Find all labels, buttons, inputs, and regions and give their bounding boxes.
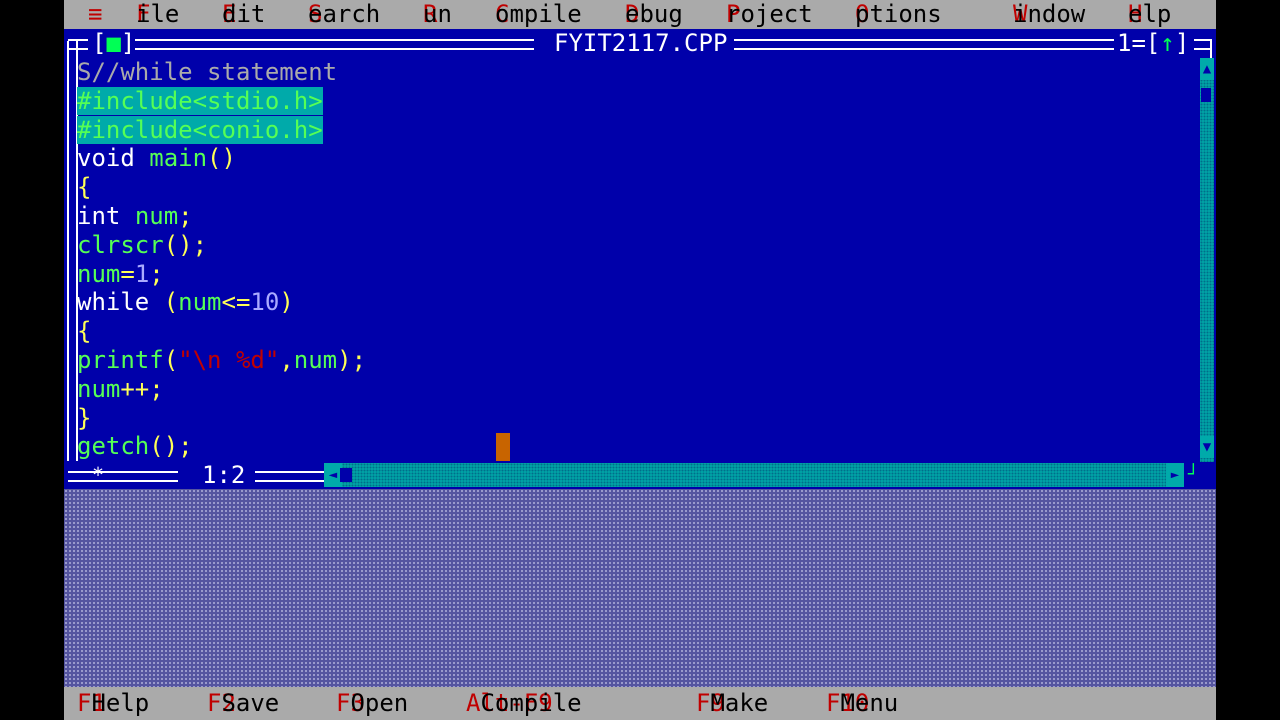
code-line[interactable]: S//while statement xyxy=(77,58,337,87)
code-token: (); xyxy=(149,432,193,461)
turbo-c-ide: ≡ File Edit Search Run Compile Debug Pro… xyxy=(64,0,1216,720)
scroll-right-icon[interactable]: ► xyxy=(1166,463,1184,487)
close-button[interactable]: [■] xyxy=(92,29,136,58)
frame-line-bottom-left xyxy=(68,471,178,482)
code-line[interactable]: void main() xyxy=(77,144,236,173)
code-token: main xyxy=(149,144,208,173)
code-token: { xyxy=(77,173,92,202)
code-line[interactable]: clrscr(); xyxy=(77,231,207,260)
window-title-bar: [■] FYIT2117.CPP 1=[↑] xyxy=(64,29,1216,58)
code-token: () xyxy=(207,144,236,173)
close-icon: ■ xyxy=(106,29,121,57)
code-line[interactable]: #include<stdio.h> xyxy=(77,86,323,116)
code-token: num xyxy=(293,346,338,374)
scroll-down-icon[interactable]: ▼ xyxy=(1200,436,1214,458)
code-line[interactable]: num=1; xyxy=(77,260,164,289)
code-token: ++; xyxy=(120,374,164,403)
code-token: ; xyxy=(149,259,164,288)
code-token: ); xyxy=(337,346,367,374)
code-token: void xyxy=(77,144,135,173)
code-token: num xyxy=(77,259,121,288)
code-token: num xyxy=(134,202,179,230)
code-editor[interactable]: S//while statement #include<stdio.h> #incl… xyxy=(77,58,1199,461)
window-number: 1= xyxy=(1117,29,1146,57)
modified-indicator: * xyxy=(92,463,105,487)
status-make[interactable]: F9 Make xyxy=(696,687,768,720)
code-token: ; xyxy=(178,202,193,230)
resize-corner-icon[interactable]: ┘ xyxy=(1188,461,1212,489)
editor-window: [■] FYIT2117.CPP 1=[↑] S//while statemen… xyxy=(64,29,1216,489)
code-token: } xyxy=(77,403,92,432)
code-token: (); xyxy=(163,230,208,259)
frame-line-right xyxy=(734,39,1114,50)
menu-bar: ≡ File Edit Search Run Compile Debug Pro… xyxy=(64,0,1216,29)
desktop-background xyxy=(64,489,1216,687)
code-token: #include<conio.h> xyxy=(77,115,323,144)
frame-line-left xyxy=(134,39,534,50)
code-line[interactable]: num++; xyxy=(77,375,164,404)
code-token: "\n %d" xyxy=(178,346,280,374)
status-bar: F1 Help F2 Save F3 Open Alt-F9 Compile F… xyxy=(64,687,1216,720)
code-token: , xyxy=(279,346,294,374)
horizontal-scrollbar[interactable]: ◄ ► xyxy=(324,463,1184,487)
zoom-button[interactable]: 1=[↑] xyxy=(1117,29,1190,58)
code-token: 1 xyxy=(134,259,150,288)
code-token: int xyxy=(77,202,121,230)
status-open[interactable]: F3 Open xyxy=(336,687,408,720)
code-token: 10 xyxy=(250,288,280,317)
window-bottom-frame: * 1:2 ◄ ► ┘ xyxy=(64,461,1216,489)
code-token: <= xyxy=(221,288,251,317)
code-line[interactable]: #include<conio.h> xyxy=(77,115,323,145)
cursor-position: 1:2 xyxy=(192,461,256,489)
status-menu[interactable]: F10 Menu xyxy=(826,687,898,720)
status-save[interactable]: F2 Save xyxy=(207,687,279,720)
code-token: num xyxy=(178,288,222,317)
vertical-scroll-thumb[interactable] xyxy=(1201,88,1211,102)
code-token: #include<stdio.h> xyxy=(77,86,323,115)
horizontal-scroll-thumb[interactable] xyxy=(340,468,352,482)
code-token: ) xyxy=(279,288,294,317)
code-line[interactable]: printf("\n %d",num); xyxy=(77,346,366,375)
code-token: S//while statement xyxy=(77,58,338,86)
code-token: ( xyxy=(163,288,179,317)
window-title: FYIT2117.CPP xyxy=(548,29,734,58)
code-token: ( xyxy=(163,346,179,374)
code-token: printf xyxy=(77,346,164,374)
code-token: num xyxy=(77,374,121,403)
code-token: { xyxy=(77,317,92,346)
vertical-scrollbar[interactable]: ▲ ▼ xyxy=(1200,58,1214,462)
status-compile[interactable]: Alt-F9 Compile xyxy=(466,687,582,720)
code-token: while xyxy=(77,288,150,317)
code-line[interactable]: { xyxy=(77,173,91,202)
code-token: = xyxy=(120,259,135,288)
code-line[interactable]: { xyxy=(77,317,91,346)
frame-line-bottom-mid xyxy=(252,471,324,482)
code-line[interactable]: } xyxy=(77,404,91,433)
status-help[interactable]: F1 Help xyxy=(77,687,149,720)
text-cursor xyxy=(496,433,510,461)
code-token: clrscr xyxy=(77,230,164,259)
code-line[interactable]: int num; xyxy=(77,202,193,231)
scroll-up-icon[interactable]: ▲ xyxy=(1200,58,1214,80)
code-line[interactable]: while (num<=10) xyxy=(77,288,294,317)
zoom-icon: ↑ xyxy=(1160,29,1175,57)
code-line[interactable]: getch(); xyxy=(77,432,193,461)
code-token: getch xyxy=(77,432,150,461)
